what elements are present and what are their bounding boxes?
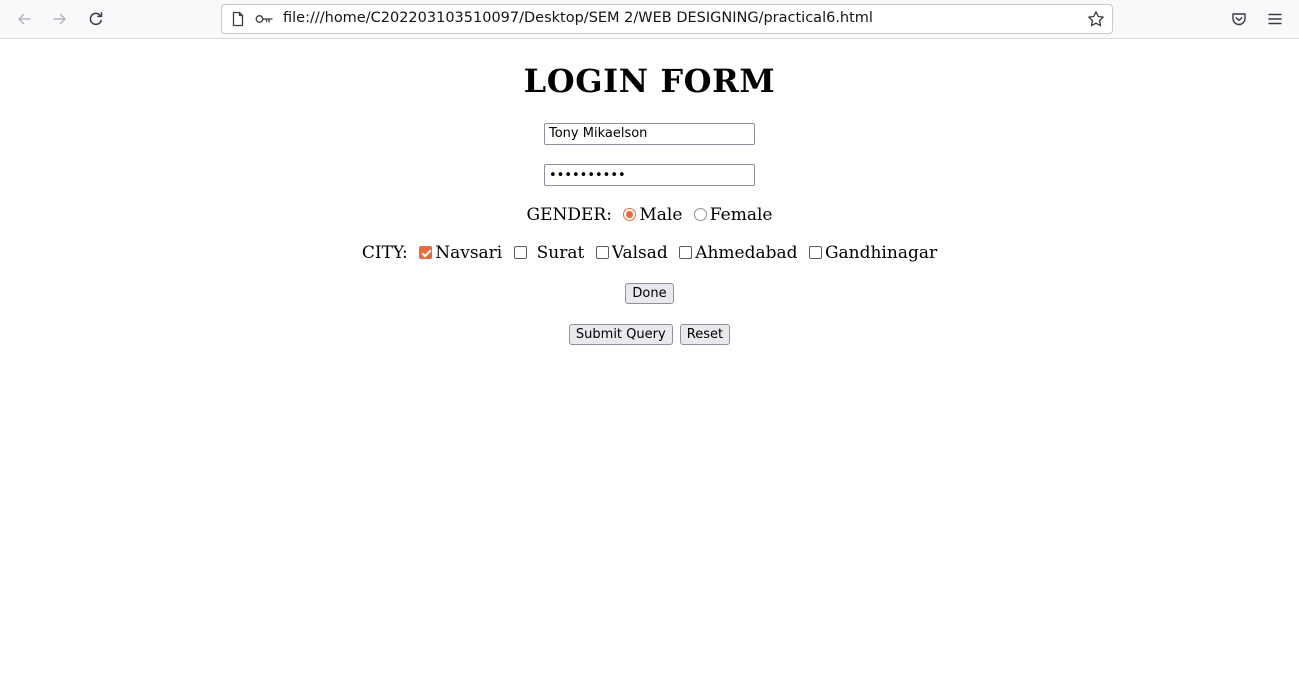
back-button[interactable] (11, 6, 37, 32)
city-ahmedabad-label[interactable]: Ahmedabad (695, 243, 797, 263)
gender-label: GENDER: (526, 205, 612, 225)
city-ahmedabad-checkbox[interactable] (679, 246, 693, 259)
arrow-right-icon (53, 13, 66, 25)
browser-toolbar: file:///home/C202203103510097/Desktop/SE… (0, 0, 1299, 39)
pocket-icon (1232, 13, 1246, 26)
submit-row: Submit Query Reset (0, 324, 1299, 345)
form-title: LOGIN FORM (523, 62, 776, 100)
reload-button[interactable] (83, 6, 109, 32)
gender-female-radio[interactable] (693, 208, 707, 221)
city-navsari-label[interactable]: Navsari (435, 243, 502, 263)
page-content: LOGIN FORM GENDER: Male Female CITY: Nav… (0, 40, 1299, 345)
gender-male-radio[interactable] (623, 208, 637, 221)
city-valsad-checkbox[interactable] (595, 246, 609, 259)
menu-button[interactable] (1262, 6, 1288, 32)
city-gandhinagar-checkbox[interactable] (808, 246, 822, 259)
password-input[interactable] (544, 164, 755, 186)
pocket-button[interactable] (1226, 6, 1252, 32)
submit-query-button[interactable]: Submit Query (568, 324, 673, 345)
password-row (0, 164, 1299, 186)
url-text[interactable]: file:///home/C202203103510097/Desktop/SE… (283, 10, 873, 26)
city-surat-checkbox[interactable] (513, 246, 527, 259)
done-row: Done (0, 283, 1299, 304)
done-button[interactable]: Done (625, 283, 674, 304)
city-navsari-checkbox[interactable] (419, 246, 433, 259)
bookmark-star-icon[interactable] (1087, 10, 1105, 28)
hamburger-menu-icon (1268, 13, 1282, 25)
gender-row: GENDER: Male Female (0, 204, 1299, 226)
city-valsad-label[interactable]: Valsad (612, 243, 668, 263)
city-surat-label[interactable]: Surat (537, 243, 585, 263)
city-label: CITY: (361, 243, 408, 263)
arrow-left-icon (18, 13, 31, 25)
username-row (0, 122, 1299, 145)
reset-button[interactable]: Reset (679, 324, 731, 345)
page-icon (232, 11, 244, 27)
city-row: CITY: Navsari Surat Valsad Ahmedabad Gan… (0, 242, 1299, 264)
gender-female-label[interactable]: Female (710, 205, 773, 225)
url-bar[interactable]: file:///home/C202203103510097/Desktop/SE… (221, 4, 1113, 34)
city-gandhinagar-label[interactable]: Gandhinagar (825, 243, 937, 263)
reload-icon (89, 12, 103, 26)
username-input[interactable] (544, 122, 755, 145)
gender-male-label[interactable]: Male (639, 205, 682, 225)
forward-button[interactable] (47, 6, 73, 32)
key-icon[interactable] (255, 12, 273, 26)
